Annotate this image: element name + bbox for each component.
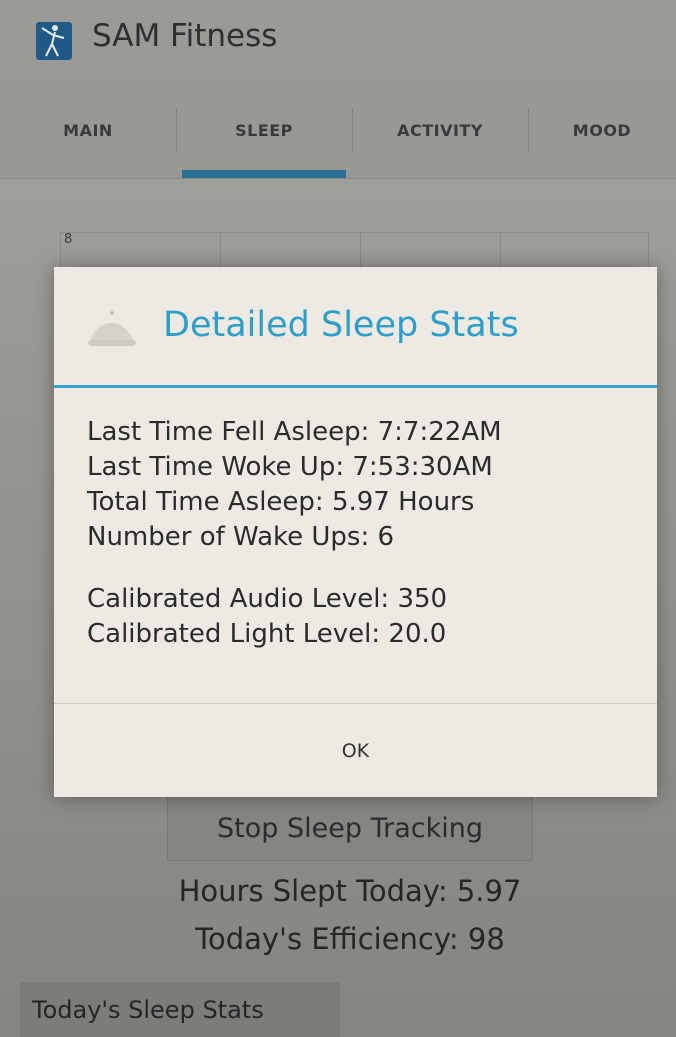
detailed-sleep-stats-dialog: Detailed Sleep Stats Last Time Fell Asle…	[54, 267, 657, 797]
dialog-title: Detailed Sleep Stats	[163, 305, 519, 345]
todays-efficiency: Today's Efficiency: 98	[195, 922, 505, 956]
tab-main[interactable]: MAIN	[0, 82, 176, 178]
action-bar: SAM Fitness	[0, 0, 676, 82]
ok-button[interactable]: OK	[54, 704, 657, 797]
sleep-stats-list: Last Time Fell Asleep: 7:7:22AM Last Tim…	[87, 415, 647, 652]
tab-label: MAIN	[63, 120, 113, 140]
tab-bar: MAIN SLEEP ACTIVITY MOOD	[0, 82, 676, 179]
sleep-cap-icon	[86, 307, 138, 351]
app-title: SAM Fitness	[92, 18, 278, 54]
stat-audio-level: Calibrated Audio Level: 350	[87, 584, 448, 614]
tab-label: MOOD	[572, 120, 632, 140]
stat-light-level: Calibrated Light Level: 20.0	[87, 619, 447, 649]
tab-label: SLEEP	[235, 120, 293, 140]
stop-sleep-tracking-button[interactable]: Stop Sleep Tracking	[167, 796, 533, 861]
stat-woke-up: Last Time Woke Up: 7:53:30AM	[87, 452, 493, 482]
stat-total-asleep: Total Time Asleep: 5.97 Hours	[87, 487, 475, 517]
tab-label: ACTIVITY	[397, 120, 483, 140]
hours-slept-today: Hours Slept Today: 5.97	[178, 874, 522, 908]
dialog-title-divider	[54, 385, 657, 388]
tab-divider	[352, 108, 353, 152]
tab-divider	[176, 108, 177, 152]
app-screen: SAM Fitness MAIN SLEEP ACTIVITY MOOD 8 S…	[0, 0, 676, 1037]
todays-sleep-stats-tab[interactable]: Today's Sleep Stats	[20, 982, 340, 1037]
stats-spacer	[87, 555, 647, 582]
tab-sleep[interactable]: SLEEP	[176, 82, 352, 178]
tab-divider	[528, 108, 529, 152]
stick-figure-icon	[36, 22, 72, 60]
stat-wake-ups: Number of Wake Ups: 6	[87, 522, 395, 552]
tab-mood[interactable]: MOOD	[528, 82, 676, 178]
tab-activity[interactable]: ACTIVITY	[352, 82, 528, 178]
stat-fell-asleep: Last Time Fell Asleep: 7:7:22AM	[87, 417, 502, 447]
